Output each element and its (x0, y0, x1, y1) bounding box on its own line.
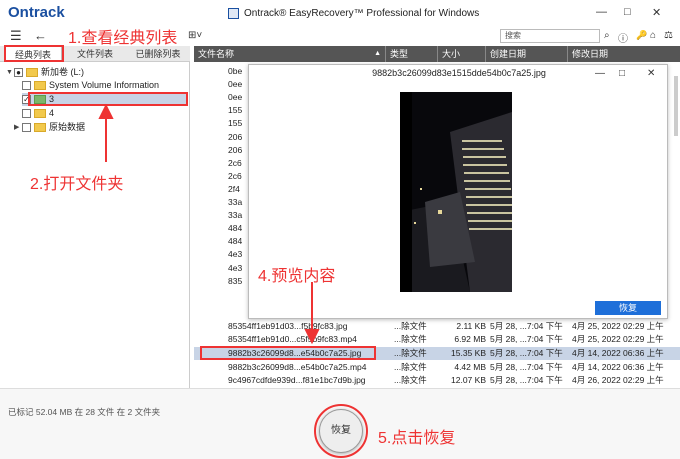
annotation-arrows (98, 103, 320, 345)
arrow-up-head-icon (98, 103, 114, 119)
arrow-down-head-icon (304, 329, 320, 345)
